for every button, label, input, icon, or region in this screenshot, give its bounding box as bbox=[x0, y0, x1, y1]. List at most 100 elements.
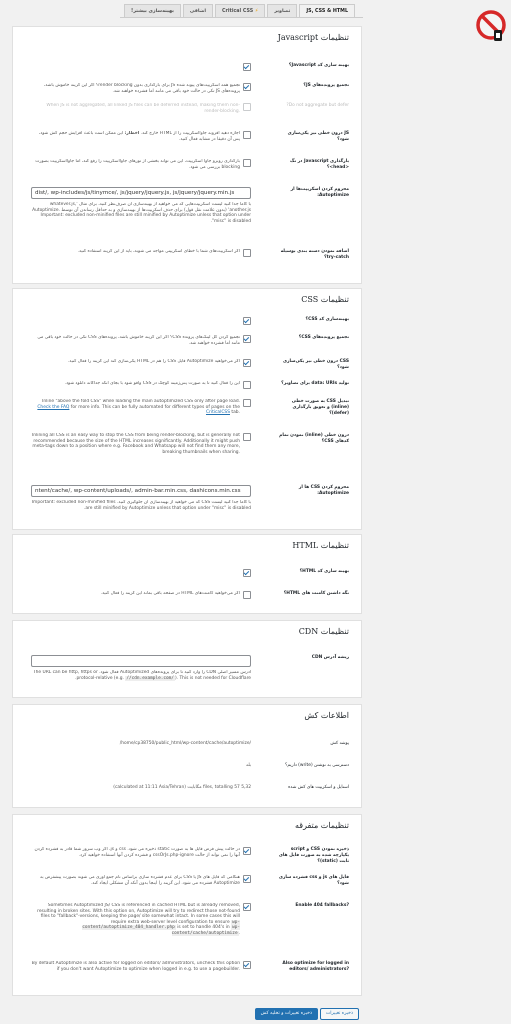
tab-critical-css-label: Critical CSS bbox=[222, 9, 254, 14]
save-and-clear-cache-button[interactable]: ذخیره تغییرات و تخلیه کش bbox=[254, 1008, 318, 1020]
cache-folder-value: /home/cp38750/public_html/wp-content/cac… bbox=[119, 741, 251, 746]
datauris-desc: این را فعال کنید تا به صورت پس‌زمینه کوچ… bbox=[64, 381, 240, 386]
optimize-html-checkbox[interactable] bbox=[243, 569, 251, 577]
inline-css-checkbox[interactable] bbox=[243, 359, 251, 367]
datauris-label: تولید data: URIs برای تصاویر؟ bbox=[281, 381, 349, 386]
aggregate-js-checkbox[interactable] bbox=[243, 83, 251, 91]
css-settings-title: تنظیمات CSS bbox=[301, 295, 349, 304]
aggregate-css-row: تجمیع پرونده‌های CSS؟ تجمیع کردن کل لینک… bbox=[21, 335, 349, 351]
static-files-checkbox[interactable] bbox=[243, 847, 251, 855]
aggregate-css-checkbox[interactable] bbox=[243, 335, 251, 343]
inline-js-desc-pre: اجازه دهید افزونه جاوااسکریپت را از HTML… bbox=[140, 131, 240, 136]
try-catch-checkbox[interactable] bbox=[243, 249, 251, 257]
tab-divider bbox=[120, 17, 363, 18]
cache-folder-label: پوشه کش bbox=[330, 741, 349, 746]
exclude-js-row: محروم کردن اسکریپت‌ها از Autoptimize: di… bbox=[21, 187, 349, 235]
inline-defer-label: تبدیل CSS به صورت خطی (inline) و تعویق ب… bbox=[291, 399, 349, 416]
tab-images[interactable]: تصاویر bbox=[267, 4, 298, 17]
js-settings-panel: تنظیمات Javascript بهینه سازی کد Javascr… bbox=[12, 26, 362, 284]
exclude-js-input[interactable]: dist/, wp-includes/js/tinymce/, js/jquer… bbox=[31, 187, 251, 199]
inline-defer-desc-b: for more info. This can be fully automat… bbox=[70, 404, 240, 410]
inline-all-label: درون خطی (inline) نمودن تمام کدهای CSS؟ bbox=[279, 433, 349, 444]
cache-info-panel: اطلاعات کش پوشه کش /home/cp38750/public_… bbox=[12, 704, 362, 808]
fallback-desc-a: Sometimes Autoptimized JS/ CSS is refere… bbox=[37, 903, 240, 925]
exclude-js-desc: با کاما جدا کنید لیست اسکریپت‌هایی که می… bbox=[32, 202, 251, 224]
cache-writable-row: دسترسی به نوشتن (write) داریم؟ بله bbox=[21, 763, 349, 771]
try-catch-row: اضافه نمودن دسته بندی بوسیله try-catch؟ … bbox=[21, 249, 349, 269]
html-settings-panel: تنظیمات HTML بهینه سازی کد HTML؟ نگه داش… bbox=[12, 534, 362, 614]
cache-size-label: استایل و اسکریپت های کش شده bbox=[288, 785, 349, 790]
optimize-js-checkbox[interactable] bbox=[243, 63, 251, 71]
exclude-js-label: محروم کردن اسکریپت‌ها از Autoptimize: bbox=[290, 187, 349, 198]
force-head-label: بارگذاری Javascript در تگ <head>؟ bbox=[289, 159, 349, 170]
minify-excluded-desc: هنگامی که فایل های JS یا CSS برای عدم فش… bbox=[40, 875, 240, 886]
static-files-label: ذخیره نمودن CSS و script یکپارچه شده به … bbox=[278, 847, 349, 864]
inline-all-checkbox[interactable] bbox=[243, 433, 251, 441]
datauris-checkbox[interactable] bbox=[243, 381, 251, 389]
css-settings-panel: تنظیمات CSS بهینه‌سازی کد CSS؟ تجمیع پرو… bbox=[12, 288, 362, 530]
inline-defer-desc: Inline "above the fold CSS" while loadin… bbox=[31, 399, 240, 416]
defer-js-desc: When JS is not aggregated, all linked JS… bbox=[46, 103, 240, 114]
autoptimize-logo-icon bbox=[474, 8, 508, 44]
logged-in-desc: By default Autoptimize is also active fo… bbox=[31, 961, 240, 972]
static-files-row: ذخیره نمودن CSS و script یکپارچه شده به … bbox=[21, 847, 349, 867]
tab-more-optimization[interactable]: بهینه‌سازی بیشتر! bbox=[124, 4, 181, 17]
tab-extra[interactable]: اضافی bbox=[182, 4, 213, 17]
exclude-css-label: محروم کردن CSS ها از Autoptimize: bbox=[298, 485, 349, 496]
fallback-desc-b: is set to handle 404's in bbox=[177, 925, 230, 931]
aggregate-css-label: تجمیع پرونده‌های CSS؟ bbox=[298, 335, 349, 340]
cdn-url-label: ریشه آدرس CDN bbox=[311, 655, 349, 660]
defer-js-checkbox[interactable] bbox=[243, 103, 251, 111]
exclude-css-input[interactable]: ntent/cache/, wp-content/uploads/, admin… bbox=[31, 485, 251, 497]
js-settings-title: تنظیمات Javascript bbox=[277, 33, 349, 42]
inline-css-desc: اگر می‌خواهید Autoptimize فایل CSS را هم… bbox=[67, 359, 240, 364]
cache-size-value: 5,32 57 files, totalling مگابایت (calcul… bbox=[113, 785, 251, 790]
aggregate-js-desc: تجمیع همه اسکریپت‌های پیوند شده JS برای … bbox=[43, 83, 240, 94]
cdn-url-input[interactable] bbox=[31, 655, 251, 667]
optimize-css-checkbox[interactable] bbox=[243, 317, 251, 325]
minify-excluded-checkbox[interactable] bbox=[243, 875, 251, 883]
force-head-row: بارگذاری Javascript در تگ <head>؟ بارگذا… bbox=[21, 159, 349, 179]
optimize-js-row: بهینه سازی کد Javascript؟ bbox=[21, 63, 349, 71]
misc-settings-panel: تنظیمات متفرقه ذخیره نمودن CSS و script … bbox=[12, 814, 362, 996]
inline-js-checkbox[interactable] bbox=[243, 131, 251, 139]
inline-defer-checkbox[interactable] bbox=[243, 399, 251, 407]
cache-writable-value: بله bbox=[245, 763, 251, 768]
html-settings-title: تنظیمات HTML bbox=[292, 541, 349, 550]
inline-defer-row: تبدیل CSS به صورت خطی (inline) و تعویق ب… bbox=[21, 399, 349, 423]
cdn-settings-title: تنظیمات CDN bbox=[298, 627, 349, 636]
inline-all-desc: Inlining all CSS is an easy way to stop … bbox=[31, 433, 240, 455]
inline-js-row: JS درون خطی نیز یکی‌سازی شود؟ اجازه دهید… bbox=[21, 131, 349, 151]
keep-comments-label: نگه داشتن کامنت های HTML؟ bbox=[283, 591, 349, 596]
defer-js-label: Do not aggregate but defer? bbox=[286, 103, 349, 108]
fallback-label: Enable 404 fallbacks? bbox=[295, 903, 349, 908]
fallback-checkbox[interactable] bbox=[243, 903, 251, 911]
logged-in-checkbox[interactable] bbox=[243, 961, 251, 969]
inline-js-label: JS درون خطی نیز یکی‌سازی شود؟ bbox=[287, 131, 349, 142]
inline-css-label: CSS درون خطی نیز یکی‌سازی شود؟ bbox=[282, 359, 349, 370]
keep-comments-desc: اگر می‌خواهید کامنت‌های HTML در صفحه باق… bbox=[100, 591, 240, 596]
lightning-icon: ⚡ bbox=[254, 9, 259, 14]
criticalcss-link[interactable]: CriticalCSS bbox=[206, 410, 230, 415]
fallback-row: Enable 404 fallbacks? Sometimes Autoptim… bbox=[21, 903, 349, 949]
fallback-desc-c: . bbox=[238, 930, 240, 936]
minify-excluded-label: فایل های js و css فشرده سازی شود؟ bbox=[278, 875, 349, 886]
fallback-desc: Sometimes Autoptimized JS/ CSS is refere… bbox=[31, 903, 240, 937]
force-head-desc: بارگذاری روبرو جاوا اسکریپت، این می توان… bbox=[35, 159, 240, 170]
inline-js-desc: اجازه دهید افزونه جاوااسکریپت را از HTML… bbox=[31, 131, 240, 142]
save-button[interactable]: ذخیره تغییرات bbox=[319, 1008, 359, 1020]
force-head-checkbox[interactable] bbox=[243, 159, 251, 167]
misc-settings-title: تنظیمات متفرقه bbox=[294, 821, 349, 830]
keep-comments-checkbox[interactable] bbox=[243, 591, 251, 599]
inline-defer-desc-c: tab. bbox=[231, 410, 240, 416]
optimize-html-row: بهینه سازی کد HTML؟ bbox=[21, 569, 349, 577]
tab-critical-css[interactable]: ⚡ Critical CSS bbox=[215, 4, 266, 17]
cdn-settings-panel: تنظیمات CDN ریشه آدرس CDN آدرس مسیر اصلی… bbox=[12, 620, 362, 698]
cache-info-title: اطلاعات کش bbox=[304, 711, 349, 720]
try-catch-desc: اگر اسکریپت‌های شما با خطای اسکریپتی موا… bbox=[77, 249, 240, 254]
optimize-html-label: بهینه سازی کد HTML؟ bbox=[299, 569, 349, 574]
inline-css-row: CSS درون خطی نیز یکی‌سازی شود؟ اگر می‌خو… bbox=[21, 359, 349, 370]
check-faq-link[interactable]: Check the FAQ bbox=[37, 405, 69, 410]
tab-js-css-html[interactable]: JS, CSS & HTML bbox=[299, 4, 356, 17]
cache-writable-label: دسترسی به نوشتن (write) داریم؟ bbox=[285, 763, 349, 768]
